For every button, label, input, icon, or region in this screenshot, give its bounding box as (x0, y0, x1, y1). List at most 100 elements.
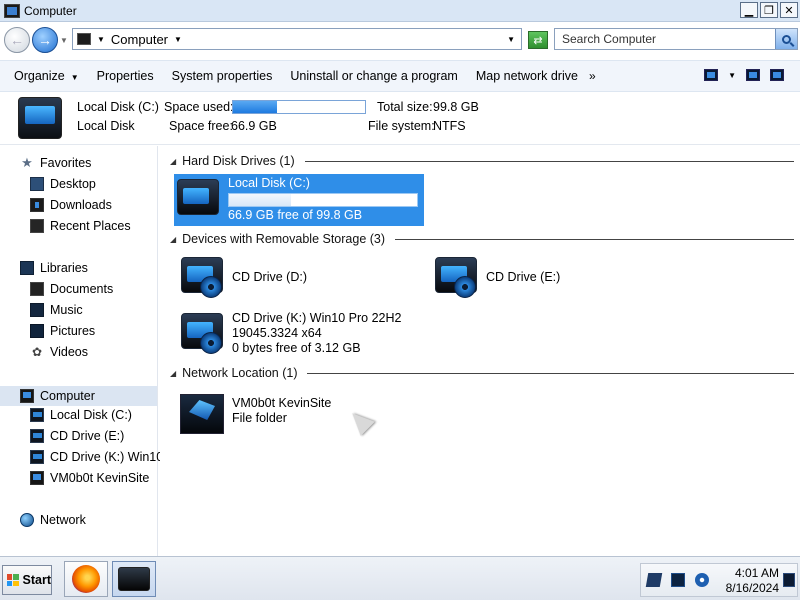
windows-logo-icon (7, 574, 19, 586)
nav-vm-kevinsite[interactable]: VM0b0t KevinSite (30, 471, 149, 485)
search-box[interactable] (554, 28, 798, 50)
details-pane: Local Disk (C:) Local Disk Space used: S… (0, 93, 800, 145)
cd-drive-icon (178, 252, 226, 300)
drive-name: CD Drive (E:) (486, 270, 561, 284)
preview-pane-icon[interactable] (746, 69, 760, 81)
drive-tile-e[interactable]: CD Drive (E:) (432, 252, 662, 304)
nav-recent-label: Recent Places (50, 219, 131, 233)
taskbar: Start 4:01 AM 8/16/2024 (0, 556, 800, 600)
minimize-button[interactable]: ▁ (740, 2, 758, 18)
drive-tile-c[interactable]: Local Disk (C:) 66.9 GB free of 99.8 GB (174, 174, 424, 226)
drive-usage-fill (229, 194, 292, 206)
network-icon (20, 513, 34, 527)
network-status-icon[interactable] (671, 573, 685, 587)
navigation-pane: ★ Favorites Desktop Downloads Recent Plac… (0, 146, 163, 556)
group-divider (395, 238, 794, 240)
nav-libraries-label: Libraries (40, 261, 88, 275)
group-removable-storage[interactable]: ◢ Devices with Removable Storage (3) (170, 231, 794, 247)
drive-tile-d[interactable]: CD Drive (D:) (178, 252, 408, 304)
group-network-location[interactable]: ◢ Network Location (1) (170, 365, 794, 381)
nav-desktop[interactable]: Desktop (30, 177, 96, 191)
libraries-icon (20, 261, 34, 275)
downloads-icon (30, 198, 44, 212)
breadcrumb-computer[interactable]: Computer (111, 32, 168, 47)
tray-app-icon[interactable] (645, 573, 663, 587)
nav-videos[interactable]: ✿ Videos (30, 345, 88, 359)
computer-icon (4, 3, 20, 18)
music-icon (30, 303, 44, 317)
cd-drive-icon (30, 450, 44, 464)
nav-pictures[interactable]: Pictures (30, 324, 95, 338)
nav-local-disk-label: Local Disk (C:) (50, 408, 132, 422)
recent-pages-arrow-icon[interactable]: ▼ (60, 36, 68, 45)
nav-documents-label: Documents (50, 282, 114, 296)
show-desktop-button[interactable] (783, 573, 795, 587)
nav-network[interactable]: Network (20, 513, 86, 527)
collapse-icon: ◢ (170, 368, 177, 378)
change-view-icon[interactable] (704, 69, 719, 81)
nav-network-label: Network (40, 513, 86, 527)
nav-documents[interactable]: Documents (30, 282, 113, 296)
start-button[interactable]: Start (2, 565, 52, 595)
clock-date: 8/16/2024 (725, 581, 779, 595)
recent-places-icon (30, 219, 44, 233)
documents-icon (30, 282, 44, 296)
address-bar[interactable]: ▼ Computer ▼ ▼ (72, 28, 522, 50)
breadcrumb-chevron-icon[interactable]: ▼ (174, 35, 182, 44)
address-dropdown-icon[interactable]: ▼ (507, 35, 515, 44)
uninstall-program-button[interactable]: Uninstall or change a program (281, 69, 466, 83)
cd-drive-icon (30, 429, 44, 443)
map-network-drive-button[interactable]: Map network drive (467, 69, 587, 83)
group-title: Hard Disk Drives (1) (182, 154, 295, 168)
nav-favorites[interactable]: ★ Favorites (20, 156, 92, 171)
maximize-button[interactable]: ❐ (760, 2, 778, 18)
search-input[interactable] (555, 30, 771, 48)
nav-cd-drive-k[interactable]: CD Drive (K:) Win10 (30, 450, 163, 464)
chevron-down-icon: ▼ (70, 73, 79, 82)
forward-button[interactable]: → (32, 27, 58, 53)
drive-tile-k[interactable]: CD Drive (K:) Win10 Pro 22H2 19045.3324 … (178, 308, 418, 360)
nav-computer[interactable]: Computer (0, 386, 157, 406)
search-button[interactable] (775, 29, 797, 49)
taskbar-firefox[interactable] (64, 561, 108, 597)
nav-music-label: Music (50, 303, 83, 317)
collapse-icon: ◢ (170, 156, 177, 166)
title-bar: Computer ▁ ❐ ✕ (0, 0, 800, 22)
nav-computer-label: Computer (40, 389, 95, 403)
explorer-icon (118, 567, 150, 591)
nav-favorites-label: Favorites (40, 156, 92, 170)
window-controls: ▁ ❐ ✕ (740, 2, 798, 18)
nav-local-disk-c[interactable]: Local Disk (C:) (30, 408, 132, 422)
close-button[interactable]: ✕ (780, 2, 798, 18)
properties-button[interactable]: Properties (88, 69, 163, 83)
view-options-chevron-icon[interactable]: ▼ (728, 71, 736, 80)
clock[interactable]: 4:01 AM 8/16/2024 (719, 566, 779, 596)
organize-button[interactable]: Organize ▼ (0, 69, 88, 83)
refresh-button[interactable]: ⇄ (528, 31, 548, 49)
breadcrumb-separator-icon[interactable]: ▼ (97, 35, 105, 44)
drive-build: 19045.3324 x64 (232, 326, 322, 340)
network-folder-icon (30, 471, 44, 485)
nav-cd-drive-e[interactable]: CD Drive (E:) (30, 429, 124, 443)
volume-icon[interactable] (695, 573, 709, 587)
group-hard-disk-drives[interactable]: ◢ Hard Disk Drives (1) (170, 153, 794, 169)
taskbar-explorer[interactable] (112, 561, 156, 597)
system-properties-button[interactable]: System properties (163, 69, 282, 83)
total-size-value: 99.8 GB (433, 100, 479, 114)
space-used-bar (232, 100, 366, 114)
hard-drive-icon (30, 408, 44, 422)
nav-downloads-label: Downloads (50, 198, 112, 212)
nav-libraries[interactable]: Libraries (20, 261, 88, 275)
back-button[interactable]: ← (4, 27, 30, 53)
total-size-label: Total size: (377, 100, 433, 114)
firefox-icon (72, 565, 100, 593)
nav-music[interactable]: Music (30, 303, 83, 317)
help-icon[interactable] (770, 69, 784, 81)
hard-drive-icon (174, 174, 222, 222)
location-name: VM0b0t KevinSite (232, 396, 332, 410)
nav-downloads[interactable]: Downloads (30, 198, 112, 212)
nav-desktop-label: Desktop (50, 177, 96, 191)
more-commands-button[interactable]: » (589, 69, 596, 83)
window-title: Computer (24, 3, 77, 18)
nav-recent-places[interactable]: Recent Places (30, 219, 131, 233)
